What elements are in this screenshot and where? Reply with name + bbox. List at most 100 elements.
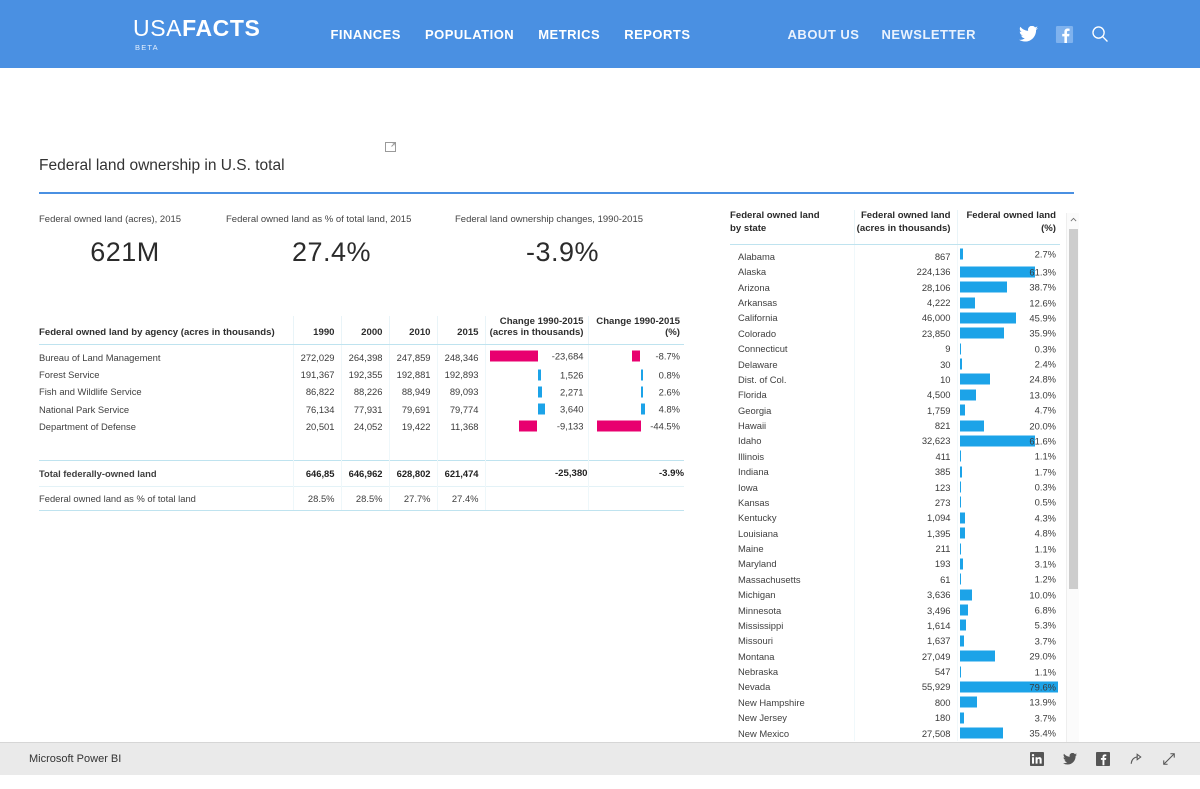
table-row[interactable]: Forest Service 191,367 192,355 192,881 192,8… xyxy=(39,366,684,384)
table-row[interactable]: Illinois 411 1.1% xyxy=(730,448,1060,464)
table-row[interactable]: Kentucky 1,094 4.3% xyxy=(730,510,1060,526)
value-2015: 89,093 xyxy=(437,383,486,401)
nav-item-about-us[interactable]: ABOUT US xyxy=(788,27,860,42)
col-state-acres[interactable]: Federal owned land (acres in thousands) xyxy=(854,210,958,245)
state-percent-value: 35.4% xyxy=(1029,727,1056,739)
state-acres: 27,049 xyxy=(854,648,958,664)
total-row[interactable]: Total federally-owned land 646,85 646,962 6… xyxy=(39,460,684,487)
table-row[interactable]: Massachusetts 61 1.2% xyxy=(730,571,1060,587)
table-row[interactable]: Kansas 273 0.5% xyxy=(730,494,1060,511)
col-2015[interactable]: 2015 xyxy=(437,316,486,345)
table-row[interactable]: National Park Service 76,134 77,931 79,691 7… xyxy=(39,400,684,418)
positive-bar xyxy=(640,403,646,415)
state-table: Federal owned land by state Federal owne… xyxy=(730,210,1060,741)
state-table-body: Alabama 867 2.7% Alaska 224,136 61.3% Arizona 2… xyxy=(730,244,1060,741)
state-name: Kentucky xyxy=(730,510,855,526)
state-percent-bar xyxy=(959,373,991,385)
table-row[interactable]: Minnesota 3,496 6.8% xyxy=(730,602,1060,618)
table-row[interactable]: Florida 4,500 13.0% xyxy=(730,387,1060,403)
state-acres: 1,759 xyxy=(854,402,958,418)
table-row[interactable]: Alabama 867 2.7% xyxy=(730,244,1060,265)
state-percent-bar-cell: 29.0% xyxy=(957,648,1060,663)
table-row[interactable]: New Mexico 27,508 35.4% xyxy=(730,725,1060,741)
col-1990[interactable]: 1990 xyxy=(293,316,342,345)
twitter-icon[interactable] xyxy=(1018,24,1038,44)
table-row[interactable]: Michigan 3,636 10.0% xyxy=(730,586,1060,603)
state-name: Missouri xyxy=(730,633,855,649)
table-row[interactable]: Hawaii 821 20.0% xyxy=(730,417,1060,434)
table-row[interactable]: Fish and Wildlife Service 86,822 88,226 88,… xyxy=(39,383,684,401)
state-name: New Jersey xyxy=(730,709,855,726)
agency-name: Fish and Wildlife Service xyxy=(39,383,294,401)
table-row[interactable]: Nevada 55,929 79.6% xyxy=(730,679,1060,695)
table-row[interactable]: Louisiana 1,395 4.8% xyxy=(730,525,1060,541)
table-row[interactable]: Delaware 30 2.4% xyxy=(730,356,1060,372)
state-acres: 1,614 xyxy=(854,617,958,634)
state-percent-value: 1.1% xyxy=(1034,666,1056,677)
table-row[interactable]: Alaska 224,136 61.3% xyxy=(730,264,1060,280)
state-acres: 180 xyxy=(854,709,958,726)
facebook-icon[interactable] xyxy=(1095,752,1110,767)
table-row[interactable]: Bureau of Land Management 272,029 264,398 2… xyxy=(39,344,684,367)
linkedin-icon[interactable] xyxy=(1029,752,1044,767)
nav-item-reports[interactable]: REPORTS xyxy=(624,27,690,42)
agency-name: Forest Service xyxy=(39,366,294,384)
table-row[interactable]: Connecticut 9 0.3% xyxy=(730,340,1060,357)
table-row[interactable]: Department of Defense 20,501 24,052 19,422 1… xyxy=(39,417,684,435)
table-row[interactable]: Colorado 23,850 35.9% xyxy=(730,325,1060,341)
state-table-scrollbar[interactable] xyxy=(1066,213,1079,758)
powerbi-label: Microsoft Power BI xyxy=(29,753,122,765)
search-icon[interactable] xyxy=(1090,24,1110,44)
percent-of-total-row[interactable]: Federal owned land as % of total land 28.… xyxy=(39,486,684,512)
col-state-percent[interactable]: Federal owned land (%) xyxy=(957,210,1060,245)
col-agency-name[interactable]: Federal owned land by agency (acres in t… xyxy=(39,316,294,345)
col-2000[interactable]: 2000 xyxy=(341,316,390,345)
table-row[interactable]: Missouri 1,637 3.7% xyxy=(730,633,1060,649)
table-row[interactable]: Montana 27,049 29.0% xyxy=(730,648,1060,664)
col-change-percent[interactable]: Change 1990-2015 (%) xyxy=(588,316,684,345)
state-percent-bar xyxy=(959,589,972,601)
table-row[interactable]: Mississippi 1,614 5.3% xyxy=(730,617,1060,634)
table-row[interactable]: Arkansas 4,222 12.6% xyxy=(730,294,1060,311)
table-row[interactable]: Dist. of Col. 10 24.8% xyxy=(730,371,1060,388)
fullscreen-icon[interactable] xyxy=(1161,752,1176,767)
scroll-up-icon[interactable] xyxy=(1067,213,1080,226)
table-row[interactable]: Arizona 28,106 38.7% xyxy=(730,279,1060,295)
agency-table-body: Bureau of Land Management 272,029 264,398 2… xyxy=(39,344,684,512)
table-row[interactable]: Idaho 32,623 61.6% xyxy=(730,433,1060,449)
negative-bar xyxy=(518,420,538,432)
col-change-absolute[interactable]: Change 1990-2015 (acres in thousands) xyxy=(485,316,589,345)
nav-item-population[interactable]: POPULATION xyxy=(425,27,514,42)
table-row[interactable]: Maine 211 1.1% xyxy=(730,540,1060,557)
state-percent-bar xyxy=(959,481,961,493)
col-state-name[interactable]: Federal owned land by state xyxy=(730,210,855,245)
nav-item-finances[interactable]: FINANCES xyxy=(330,27,400,42)
nav-item-metrics[interactable]: METRICS xyxy=(538,27,600,42)
state-percent-bar xyxy=(959,297,975,308)
scrollbar-thumb[interactable] xyxy=(1069,229,1078,589)
value-1990: 272,029 xyxy=(293,344,342,367)
table-row[interactable]: California 46,000 45.9% xyxy=(730,310,1060,326)
table-row[interactable]: Maryland 193 3.1% xyxy=(730,556,1060,572)
twitter-icon[interactable] xyxy=(1062,752,1077,767)
table-row[interactable]: New Hampshire 800 13.9% xyxy=(730,694,1060,710)
share-icon[interactable] xyxy=(1128,752,1143,767)
nav-item-newsletter[interactable]: NEWSLETTER xyxy=(881,27,976,42)
state-percent-value: 2.4% xyxy=(1034,358,1056,370)
value-2015: 11,368 xyxy=(437,417,486,435)
table-row[interactable]: Georgia 1,759 4.7% xyxy=(730,402,1060,418)
state-percent-bar xyxy=(959,312,1016,324)
table-row[interactable]: New Jersey 180 3.7% xyxy=(730,709,1060,726)
col-2010[interactable]: 2010 xyxy=(389,316,438,345)
expand-icon[interactable] xyxy=(385,140,397,152)
table-row[interactable]: Indiana 385 1.7% xyxy=(730,463,1060,480)
usafacts-logo[interactable]: USAFACTS BETA xyxy=(133,16,260,52)
change-value: -9,133 xyxy=(556,420,584,432)
state-percent-bar-cell: 1.1% xyxy=(957,664,1060,679)
facebook-icon[interactable] xyxy=(1054,24,1074,44)
table-row[interactable]: Nebraska 547 1.1% xyxy=(730,663,1060,680)
state-percent-bar xyxy=(959,604,968,616)
state-percent-value: 12.6% xyxy=(1029,297,1056,308)
header-social-icons xyxy=(1018,24,1110,44)
table-row[interactable]: Iowa 123 0.3% xyxy=(730,479,1060,495)
